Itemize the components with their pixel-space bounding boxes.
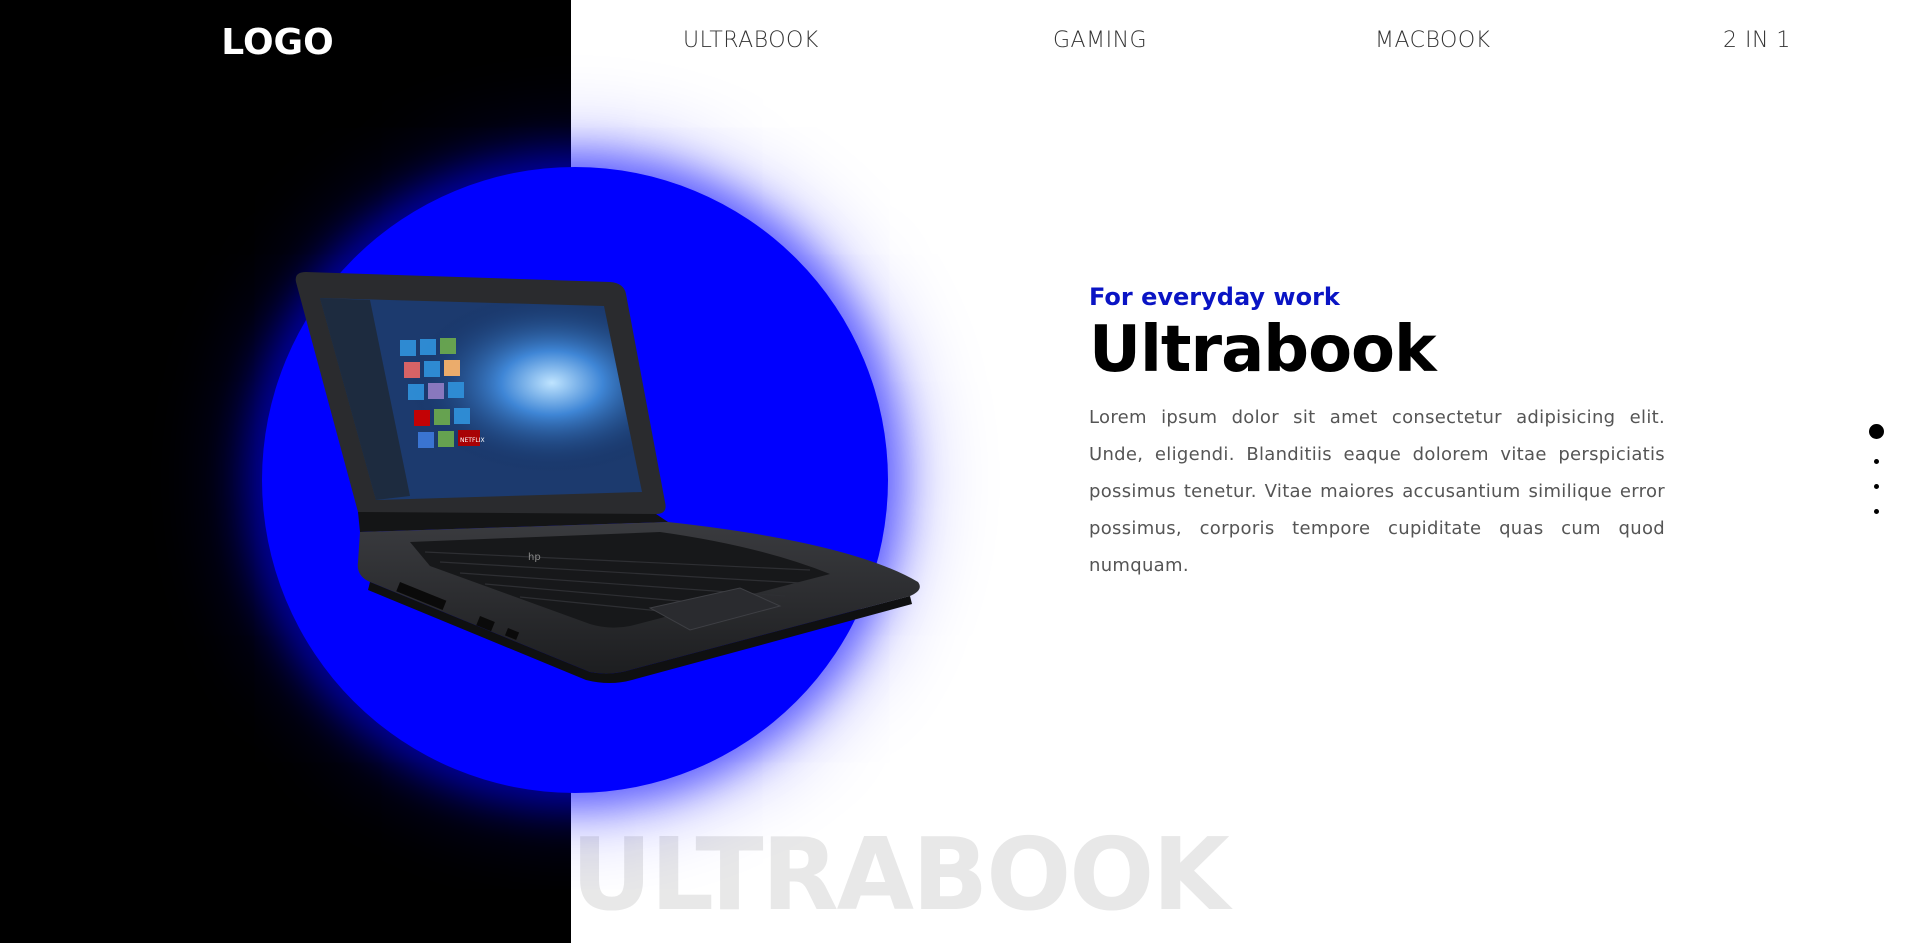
slider-pagination — [1868, 424, 1884, 514]
laptop-image: hp NETFLIX — [295, 272, 920, 683]
nav-link-2in1[interactable]: 2 IN 1 — [1723, 28, 1791, 53]
nav-link-macbook[interactable]: MACBOOK — [1375, 28, 1491, 53]
slider-dot-4[interactable] — [1873, 509, 1879, 514]
slider-dot-2[interactable] — [1873, 459, 1879, 464]
slider-dot-1[interactable] — [1868, 424, 1884, 439]
logo[interactable]: LOGO — [0, 22, 555, 63]
nav-link-ultrabook[interactable]: ULTRABOOK — [683, 28, 819, 53]
hero-content: For everyday work Ultrabook Lorem ipsum … — [1089, 283, 1665, 584]
main-nav: ULTRABOOK GAMING MACBOOK 2 IN 1 — [571, 28, 1915, 58]
watermark-text: ULTRABOOK — [571, 816, 1230, 933]
netflix-tile-text: NETFLIX — [460, 437, 485, 444]
hp-logo-text: hp — [528, 552, 541, 563]
nav-link-gaming[interactable]: GAMING — [1053, 28, 1147, 53]
hero-title: Ultrabook — [1089, 313, 1437, 387]
slider-dot-3[interactable] — [1873, 484, 1879, 489]
hero-subtitle: For everyday work — [1089, 283, 1340, 311]
hero-description: Lorem ipsum dolor sit amet consectetur a… — [1089, 407, 1665, 577]
